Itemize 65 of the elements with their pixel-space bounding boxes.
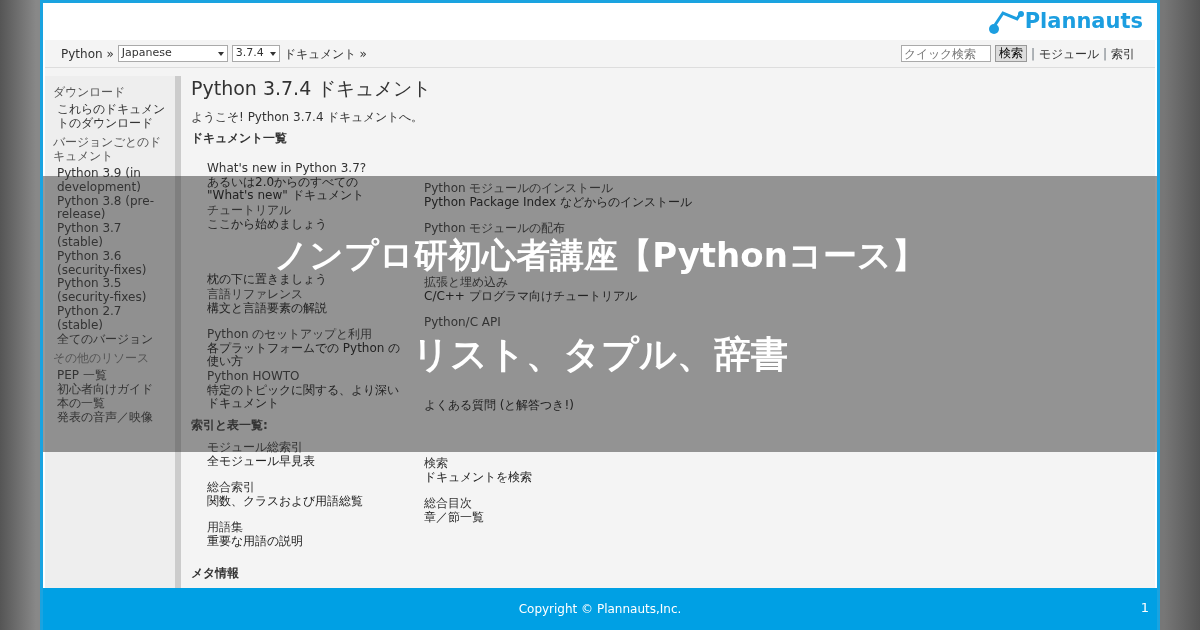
banner-title: ノンプロ研初心者講座【Pythonコース】 [274,238,926,272]
doc-link[interactable]: 総合索引 [207,480,402,495]
breadcrumb-link[interactable]: ドキュメント » [283,44,367,63]
sidebar-link[interactable]: Python 3.6 (security-fixes) [53,249,171,278]
sidebar-link[interactable]: Python 3.5 (security-fixes) [53,277,171,305]
sidebar-link[interactable]: Python 3.8 (pre-release) [53,194,171,223]
copyright-text: Copyright © Plannauts,Inc. [518,601,682,618]
sidebar-link[interactable]: 本の一覧 [53,396,171,411]
sidebar-link[interactable]: これらのドキュメントのダウンロード [53,102,171,131]
doc-description: 章／節一覧 [424,510,485,525]
breadcrumb-link[interactable]: Python » [61,44,114,63]
doc-description: 全モジュール早見表 [207,454,316,469]
doc-description: Python Package Index などからのインストール [424,195,693,210]
sidebar-heading: バージョンごとのドキュメント [53,136,162,164]
doc-description: 特定のトピックに関する、より深いドキュメント [207,383,400,412]
doc-description: ドキュメントを検索 [424,470,533,485]
doc-description: 重要な用語の説明 [207,534,304,549]
doc-link[interactable]: 言語リファレンス [207,287,402,302]
search-button[interactable]: 検索 [994,45,1027,62]
doc-link[interactable]: Python のセットアップと利用 [207,327,402,342]
page-title: Python 3.7.4 ドキュメント [191,78,433,99]
nav-link-text[interactable]: モジュール [1038,44,1099,63]
doc-link[interactable]: Python モジュールのインストール [424,181,724,196]
sidebar-link[interactable]: Python 2.7 (stable) [53,304,171,333]
doc-description: 構文と言語要素の解説 [207,301,328,316]
section-heading: メタ情報 [191,565,240,583]
doc-description: 各プラットフォームでの Python の使い方 [207,341,402,370]
language-dropdown[interactable]: Japanese [117,45,228,62]
doc-description: 関数、クラスおよび用語総覧 [207,494,364,509]
doc-link[interactable]: 拡張と埋め込み [424,275,724,290]
caret-icon [269,51,276,56]
nav-link-text[interactable]: 索引 [1111,44,1135,63]
doc-link[interactable]: チュートリアル [207,203,402,218]
sidebar-link[interactable]: 初心者向けガイド [53,382,171,397]
doc-description: ここから始めましょう [207,217,328,232]
sidebar-link[interactable]: 全てのバージョン [53,332,171,347]
sidebar-heading: ダウンロード [53,86,126,100]
doc-link[interactable]: 用語集 [207,520,402,535]
doc-link[interactable]: Python モジュールの配布 [424,221,724,236]
section-heading: ドキュメント一覧 [191,132,288,146]
logo-icon [988,8,1025,35]
section-heading: 索引と表一覧: [191,419,269,433]
doc-link[interactable]: 総合目次 [424,496,724,511]
welcome-text: ようこそ! Python 3.7.4 ドキュメントへ。 [191,110,425,125]
sidebar-link[interactable]: Python 3.9 (in development) [53,167,171,195]
doc-link[interactable]: Python HOWTO [207,369,402,384]
doc-description: 枕の下に置きましょう [207,273,328,288]
doc-link[interactable]: 検索 [424,456,724,471]
sidebar-link[interactable]: PEP 一覧 [53,369,171,383]
doc-link[interactable]: What's new in Python 3.7? [207,161,402,176]
doc-description: よくある質問 (と解答つき!) [424,399,575,414]
doc-link[interactable]: Python/C API [424,315,724,330]
doc-link[interactable]: モジュール総索引 [207,440,402,455]
search-field[interactable]: クイック検索 [900,45,991,62]
version-dropdown[interactable]: 3.7.4 [231,45,280,62]
sidebar-link[interactable]: 発表の音声／映像 [53,410,171,425]
separator: | [1030,45,1035,63]
sidebar-link[interactable]: Python 3.7 (stable) [53,222,171,250]
logo-text: Plannauts [1024,7,1143,35]
separator: | [1102,45,1107,63]
doc-description: C/C++ プログラマ向けチュートリアル [424,289,638,304]
doc-description: あるいは2.0からのすべての "What's new" ドキュメント [207,175,365,204]
caret-icon [217,51,224,56]
banner-subtitle: リスト、タプル、辞書 [412,336,788,373]
page-number: 1 [1140,599,1149,617]
